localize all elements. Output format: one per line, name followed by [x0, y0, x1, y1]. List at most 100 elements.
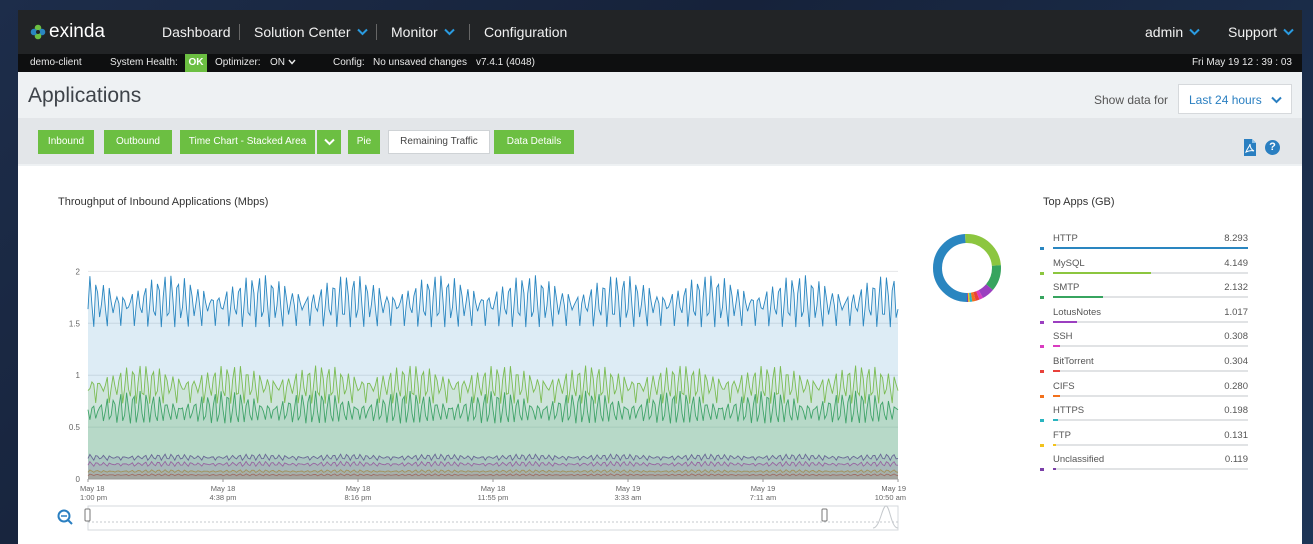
- app-color-swatch: [1040, 320, 1044, 324]
- support-menu[interactable]: Support: [1228, 24, 1294, 40]
- app-color-swatch: [1040, 296, 1044, 300]
- x-tick-date: May 19: [616, 484, 641, 493]
- y-tick-label: 1: [76, 371, 81, 380]
- app-name: MySQL: [1053, 257, 1085, 269]
- app-bar-fill: [1053, 271, 1151, 274]
- x-tick-time: 3:33 am: [614, 493, 641, 502]
- support-label: Support: [1228, 24, 1278, 40]
- app-color-swatch: [1040, 394, 1044, 398]
- datetime-text: Fri May 19 12 : 39 : 03: [1191, 57, 1292, 68]
- remaining-traffic-button[interactable]: Remaining Traffic: [388, 130, 490, 154]
- x-tick-date: May 18: [481, 484, 506, 493]
- app-color-swatch: [1040, 345, 1044, 349]
- app-value: 8.293: [1224, 233, 1248, 244]
- x-tick-time: 11:55 pm: [478, 493, 509, 502]
- brand-name: exinda: [49, 21, 105, 42]
- app-list-item[interactable]: SSH 0.308: [1040, 331, 1252, 355]
- app-list-item[interactable]: HTTP 8.293: [1040, 233, 1252, 257]
- app-bar-fill: [1053, 247, 1248, 249]
- app-value: 0.131: [1224, 429, 1248, 441]
- nav-separator: [469, 24, 470, 40]
- y-tick-label: 0.5: [69, 423, 81, 432]
- chevron-down-icon: [1283, 28, 1294, 36]
- app-value: 1.017: [1224, 306, 1248, 318]
- nav-solution-center-label: Solution Center: [254, 24, 351, 40]
- app-list-item[interactable]: MySQL 4.149: [1040, 258, 1252, 282]
- time-chart-button[interactable]: Time Chart - Stacked Area: [180, 130, 315, 154]
- range-navigator: [87, 505, 899, 531]
- app-bar-track: [1053, 443, 1248, 446]
- x-tick-date: May 18: [346, 484, 371, 493]
- health-status-badge[interactable]: OK: [185, 54, 207, 72]
- y-tick-label: 2: [76, 267, 81, 276]
- chevron-down-icon: [1271, 96, 1282, 104]
- app-list-item[interactable]: BitTorrent 0.304: [1040, 356, 1252, 380]
- data-details-button[interactable]: Data Details: [494, 130, 574, 154]
- app-list-item[interactable]: SMTP 2.132: [1040, 282, 1252, 306]
- x-tick-date: May 18: [80, 484, 105, 493]
- app-value: 0.280: [1224, 380, 1248, 392]
- app-bar-track: [1053, 271, 1248, 274]
- time-range-value: Last 24 hours: [1189, 93, 1262, 107]
- app-name: CIFS: [1053, 380, 1075, 392]
- nav-monitor[interactable]: Monitor: [391, 24, 455, 40]
- time-range-select[interactable]: Last 24 hours: [1178, 84, 1292, 114]
- pdf-export-icon[interactable]: [1243, 139, 1257, 156]
- app-name: HTTPS: [1053, 405, 1085, 417]
- page-title: Applications: [28, 84, 142, 107]
- pie-button[interactable]: Pie: [348, 130, 380, 154]
- app-bar-fill: [1053, 394, 1060, 397]
- app-name: HTTP: [1053, 233, 1078, 244]
- app-color-swatch: [1040, 370, 1044, 373]
- exinda-logo[interactable]: exinda: [30, 21, 105, 43]
- app-bar-track: [1053, 345, 1248, 348]
- x-tick-date: May 19: [881, 484, 906, 493]
- optimizer-value: ON: [270, 57, 285, 68]
- app-name: LotusNotes: [1053, 306, 1102, 318]
- navigator-handle-right: [821, 508, 828, 522]
- inbound-button[interactable]: Inbound: [38, 130, 94, 154]
- top-nav: exinda Dashboard Solution Center Monitor…: [18, 10, 1302, 54]
- chevron-down-icon: [356, 28, 368, 36]
- app-name: FTP: [1053, 429, 1071, 441]
- chevron-down-icon: [443, 28, 455, 36]
- app-bar-fill: [1053, 419, 1058, 422]
- nav-configuration-label: Configuration: [484, 24, 568, 40]
- show-data-label: Show data for: [1094, 93, 1169, 107]
- app-name: SSH: [1053, 331, 1073, 343]
- app-value: 4.149: [1224, 257, 1248, 269]
- app-bar-track: [1053, 394, 1248, 397]
- chart-type-dropdown[interactable]: [317, 130, 341, 154]
- exinda-logo-icon: [30, 24, 46, 40]
- app-value: 0.198: [1224, 405, 1248, 417]
- app-bar-fill: [1053, 296, 1104, 299]
- optimizer-label: Optimizer:: [215, 57, 261, 68]
- nav-dashboard-label: Dashboard: [162, 24, 231, 40]
- nav-dashboard[interactable]: Dashboard: [162, 24, 231, 40]
- nav-monitor-label: Monitor: [391, 24, 438, 40]
- app-list-item[interactable]: HTTPS 0.198: [1040, 405, 1252, 429]
- app-value: 0.304: [1224, 356, 1248, 367]
- app-list-item[interactable]: CIFS 0.280: [1040, 381, 1252, 405]
- app-list-item[interactable]: FTP 0.131: [1040, 430, 1252, 454]
- app-value: 0.119: [1224, 454, 1248, 466]
- zoom-out-icon[interactable]: [57, 509, 73, 525]
- nav-solution-center[interactable]: Solution Center: [254, 24, 368, 40]
- app-bar-track: [1053, 320, 1248, 323]
- x-tick-date: May 19: [751, 484, 776, 493]
- nav-separator: [239, 24, 240, 40]
- user-menu[interactable]: admin: [1145, 24, 1200, 40]
- outbound-button[interactable]: Outbound: [104, 130, 172, 154]
- y-tick-label: 0: [76, 475, 81, 484]
- app-list-item[interactable]: Unclassified 0.119: [1040, 454, 1252, 478]
- app-frame: exinda Dashboard Solution Center Monitor…: [18, 10, 1302, 544]
- help-icon[interactable]: ?: [1265, 140, 1280, 155]
- app-list-item[interactable]: LotusNotes 1.017: [1040, 307, 1252, 331]
- config-status[interactable]: No unsaved changes: [373, 57, 467, 68]
- nav-configuration[interactable]: Configuration: [484, 24, 567, 40]
- y-tick-label: 1.5: [69, 319, 81, 328]
- x-tick-time: 1:00 pm: [80, 493, 107, 502]
- app-bar-track: [1053, 468, 1248, 471]
- optimizer-toggle[interactable]: ON: [270, 57, 296, 68]
- user-name: admin: [1145, 24, 1184, 40]
